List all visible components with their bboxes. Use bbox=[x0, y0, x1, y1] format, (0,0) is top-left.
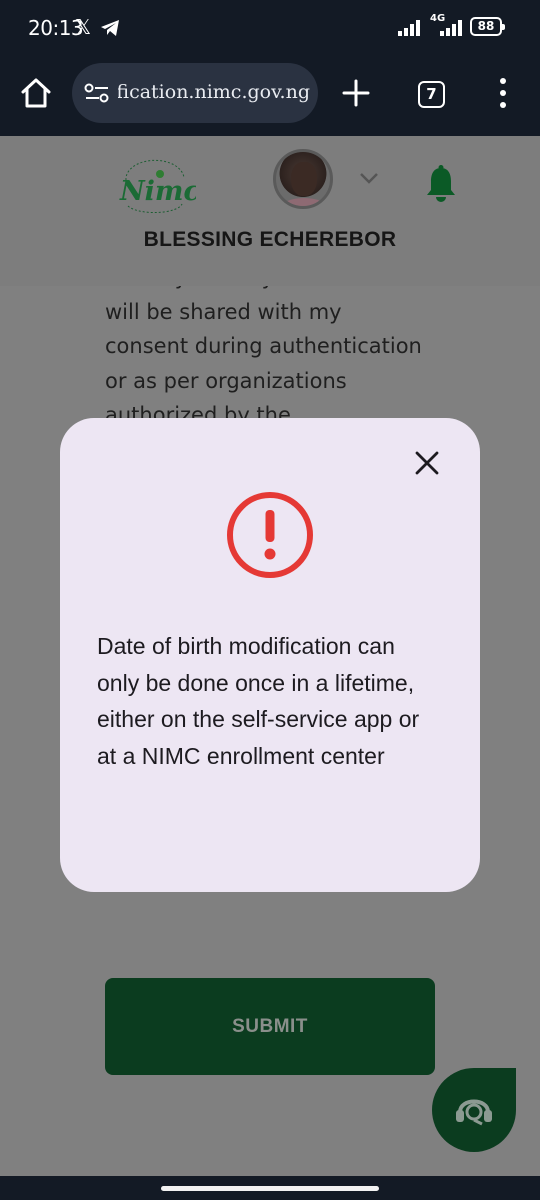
battery-icon: 88 bbox=[470, 17, 505, 36]
home-gesture-handle[interactable] bbox=[161, 1186, 379, 1191]
consent-line: or as per organizations bbox=[105, 368, 347, 393]
url-text: modification.nimc.gov.ng bbox=[118, 81, 310, 103]
signal-icon-secondary bbox=[440, 20, 462, 36]
tabs-icon[interactable]: 7 bbox=[418, 81, 445, 108]
support-agent-icon bbox=[456, 1099, 492, 1126]
chevron-down-icon[interactable] bbox=[357, 170, 381, 186]
nimc-logo: Nimc bbox=[119, 159, 196, 214]
browser-toolbar: modification.nimc.gov.ng 7 bbox=[0, 58, 540, 136]
address-bar[interactable]: modification.nimc.gov.ng bbox=[72, 63, 318, 123]
site-settings-icon[interactable] bbox=[84, 83, 110, 103]
bell-icon[interactable] bbox=[424, 164, 458, 204]
status-bar: 20:13 𝕏 4G 88 bbox=[0, 0, 540, 58]
alert-dialog: Date of birth modification can only be d… bbox=[60, 418, 480, 892]
telegram-icon bbox=[101, 20, 119, 36]
support-button[interactable] bbox=[432, 1068, 516, 1152]
signal-icon bbox=[398, 20, 420, 36]
consent-line: consent during authentication bbox=[105, 334, 422, 358]
x-logo-icon: 𝕏 bbox=[75, 15, 92, 39]
consent-line: will be shared with my bbox=[105, 299, 342, 324]
more-vert-icon[interactable] bbox=[495, 76, 511, 110]
gesture-bar bbox=[0, 1176, 540, 1200]
avatar[interactable] bbox=[273, 149, 333, 209]
plus-icon[interactable] bbox=[338, 75, 374, 111]
dialog-message: Date of birth modification can only be d… bbox=[97, 633, 420, 769]
alert-icon bbox=[227, 492, 313, 578]
app-header: Nimc BLESSING ECHEREBOR bbox=[0, 136, 540, 286]
logo-text: Nimc bbox=[119, 176, 196, 207]
home-icon[interactable] bbox=[18, 75, 54, 111]
submit-button[interactable]: SUBMIT bbox=[105, 978, 435, 1075]
close-icon[interactable] bbox=[412, 448, 442, 478]
user-name: BLESSING ECHEREBOR bbox=[143, 228, 397, 251]
